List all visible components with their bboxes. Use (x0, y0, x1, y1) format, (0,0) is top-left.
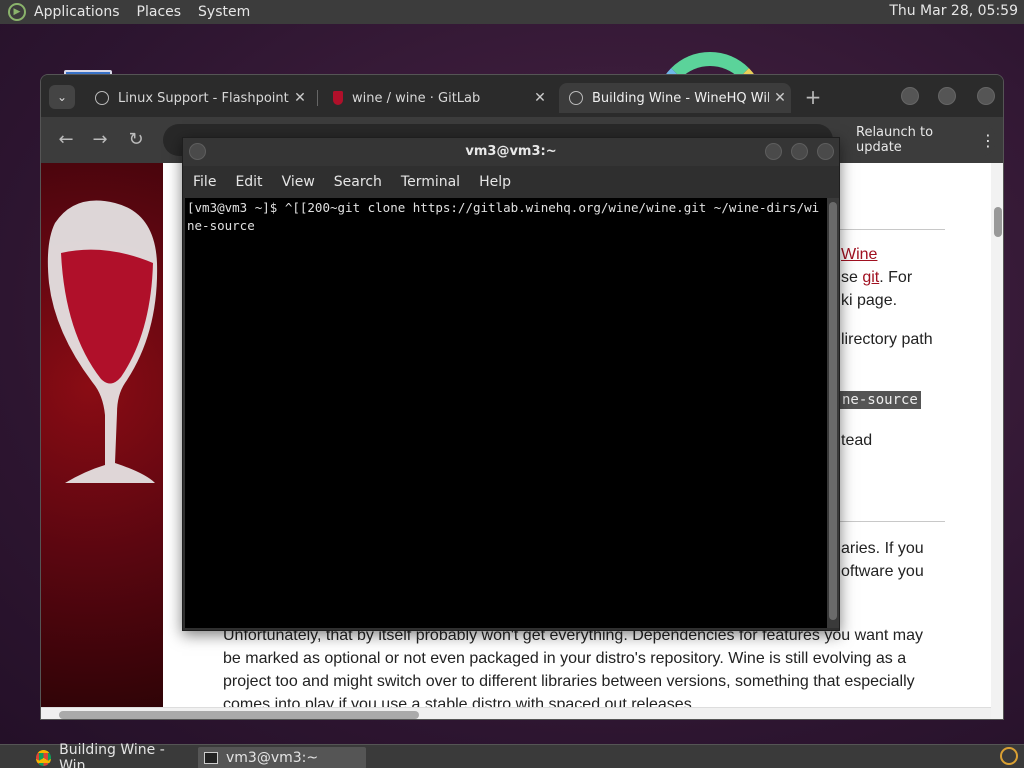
taskbar-item-label: Building Wine - Win... (59, 742, 165, 768)
menu-edit[interactable]: Edit (235, 174, 262, 190)
terminal-titlebar[interactable]: vm3@vm3:~ (183, 138, 839, 166)
taskbar-item-label: vm3@vm3:~ (226, 750, 319, 766)
paragraph-line: project too and might switch over to dif… (223, 673, 915, 690)
more-options-icon[interactable]: ⋮ (980, 131, 996, 150)
bottom-taskbar: Building Wine - Win... vm3@vm3:~ (0, 742, 1024, 768)
terminal-output[interactable]: [vm3@vm3 ~]$ ^[[200~git clone https://gi… (185, 198, 827, 628)
back-arrow-icon[interactable]: ← (55, 129, 77, 150)
content-text: aries. If you (841, 540, 924, 557)
terminal-title: vm3@vm3:~ (465, 144, 557, 159)
menu-applications[interactable]: Applications (34, 4, 120, 20)
relaunch-label: Relaunch to update (856, 125, 934, 155)
top-panel: ▶ Applications Places System Thu Mar 28,… (0, 0, 1024, 24)
wine-glass-favicon-icon (333, 91, 343, 105)
taskbar-item-browser[interactable]: Building Wine - Win... (30, 742, 196, 768)
menu-view[interactable]: View (282, 174, 315, 190)
inline-code: ne-source (839, 391, 921, 409)
page-horizontal-scrollbar[interactable] (41, 707, 991, 719)
scrollbar-thumb[interactable] (829, 202, 837, 620)
content-text: ki page. (841, 292, 898, 309)
page-vertical-scrollbar[interactable] (991, 163, 1003, 719)
minimize-button[interactable] (901, 87, 919, 105)
wine-glass-logo-icon (47, 200, 158, 483)
tab-close-icon[interactable]: ✕ (529, 90, 551, 106)
panel-clock[interactable]: Thu Mar 28, 05:59 (889, 3, 1018, 19)
maximize-button[interactable] (938, 87, 956, 105)
tab-wine-gitlab[interactable]: wine / wine · GitLab ✕ (323, 83, 551, 113)
content-link-git[interactable]: git (862, 269, 879, 286)
tab-close-icon[interactable]: ✕ (769, 90, 791, 106)
menu-places[interactable]: Places (137, 4, 182, 20)
tab-title: Linux Support - Flashpoint D... (118, 90, 289, 106)
terminal-window: vm3@vm3:~ File Edit View Search Terminal… (182, 137, 840, 631)
menu-search[interactable]: Search (334, 174, 382, 190)
tab-close-icon[interactable]: ✕ (289, 90, 311, 106)
tab-building-wine[interactable]: Building Wine - WineHQ Wiki ✕ (559, 83, 791, 113)
terminal-menubar: File Edit View Search Terminal Help (183, 166, 839, 198)
tab-title: wine / wine · GitLab (352, 90, 481, 106)
content-text: se git. For (841, 269, 912, 287)
distro-logo-icon[interactable]: ▶ (8, 3, 26, 21)
content-text-part: . For (879, 269, 913, 286)
menu-file[interactable]: File (193, 174, 216, 190)
tab-strip: ⌄ Linux Support - Flashpoint D... ✕ wine… (41, 75, 1003, 117)
content-link-wine[interactable]: Wine (841, 246, 877, 264)
menu-help[interactable]: Help (479, 174, 511, 190)
content-text: tead (841, 432, 873, 449)
content-text: lirectory path (841, 331, 933, 348)
tab-separator (317, 90, 318, 106)
minimize-button[interactable] (765, 143, 782, 160)
terminal-scrollbar[interactable] (827, 198, 839, 628)
paragraph-line: be marked as optional or not even packag… (223, 650, 907, 667)
content-text-part: se (841, 269, 863, 286)
scrollbar-thumb[interactable] (994, 207, 1002, 237)
taskbar-item-terminal[interactable]: vm3@vm3:~ (198, 747, 366, 768)
search-icon[interactable] (1000, 747, 1018, 765)
wine-sidebar-art (41, 163, 163, 719)
tab-search-button[interactable]: ⌄ (49, 85, 75, 109)
maximize-button[interactable] (791, 143, 808, 160)
scrollbar-thumb[interactable] (59, 711, 419, 719)
menu-system[interactable]: System (198, 4, 250, 20)
terminal-icon (204, 752, 218, 764)
chrome-icon (36, 750, 52, 766)
relaunch-to-update-button[interactable]: Relaunch to update ⋮ (846, 123, 996, 157)
tab-title: Building Wine - WineHQ Wiki (592, 90, 769, 106)
close-window-button[interactable] (817, 143, 834, 160)
menu-terminal[interactable]: Terminal (401, 174, 460, 190)
tab-linux-support[interactable]: Linux Support - Flashpoint D... ✕ (85, 83, 311, 113)
content-text: oftware you (841, 563, 924, 580)
new-tab-button[interactable]: + (801, 85, 825, 109)
forward-arrow-icon[interactable]: → (89, 129, 111, 150)
reload-icon[interactable]: ↻ (125, 129, 147, 150)
globe-icon (95, 91, 109, 105)
globe-icon (569, 91, 583, 105)
close-window-button[interactable] (977, 87, 995, 105)
